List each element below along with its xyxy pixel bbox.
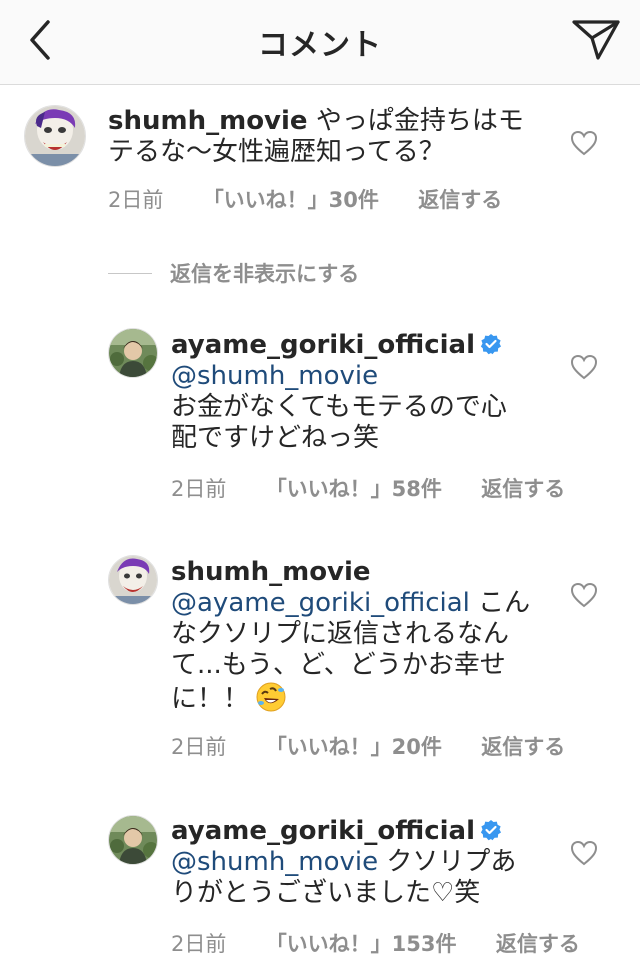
comment-likes-count[interactable]: 「いいね！」30件 — [203, 188, 379, 212]
top-nav-bar: コメント — [0, 0, 640, 85]
paper-plane-icon — [572, 20, 620, 60]
avatar[interactable] — [108, 815, 158, 865]
comment-body: お金がなくてもモテるので心 — [171, 392, 507, 422]
comment-text: ayame_goriki_official @shumh_movie お金がなく… — [171, 330, 551, 454]
comment-username[interactable]: ayame_goriki_official — [171, 816, 475, 846]
reply-button[interactable]: 返信する — [418, 188, 502, 212]
comment-username[interactable]: shumh_movie — [108, 106, 308, 136]
reply-button[interactable]: 返信する — [481, 477, 565, 501]
mention-link[interactable]: @ayame_goriki_official — [171, 588, 470, 618]
comment-text: ayame_goriki_official @shumh_movie クソリプあ… — [171, 816, 571, 909]
verified-badge-icon — [480, 820, 502, 841]
avatar[interactable] — [24, 105, 86, 167]
divider — [108, 272, 152, 274]
comment-meta: 2日前 「いいね！」153件 返信する — [171, 928, 612, 958]
page-title: コメント — [258, 28, 382, 63]
comment-time: 2日前 — [171, 735, 227, 759]
comment-body: やっぱ金持ちはモ — [315, 106, 524, 136]
comment-likes-count[interactable]: 「いいね！」153件 — [266, 932, 457, 956]
share-button[interactable] — [566, 14, 626, 66]
comment-meta: 2日前 「いいね！」30件 返信する — [108, 184, 534, 214]
comment-username[interactable]: ayame_goriki_official — [171, 330, 475, 360]
comment-time: 2日前 — [171, 932, 227, 956]
comment-meta: 2日前 「いいね！」20件 返信する — [171, 731, 597, 761]
comment-body-start: クソリプあ — [386, 847, 517, 877]
comment-body-end: に！！ — [171, 684, 250, 714]
comment-text: shumh_movie やっぱ金持ちはモ テるな〜女性遍歴知ってる？ — [108, 106, 528, 168]
comment-time: 2日前 — [108, 188, 164, 212]
mention-link[interactable]: @shumh_movie — [171, 847, 378, 877]
comment-body-cont: て...もう、ど、どうかお幸せ — [171, 650, 506, 680]
comment-username[interactable]: shumh_movie — [171, 557, 371, 587]
heart-icon[interactable] — [570, 840, 598, 866]
comment-body: りがとうございました♡笑 — [171, 878, 481, 908]
comment-body-cont: 配ですけどねっ笑 — [171, 423, 380, 453]
comment-likes-count[interactable]: 「いいね！」20件 — [266, 735, 442, 759]
comment-likes-count[interactable]: 「いいね！」58件 — [266, 477, 442, 501]
reply-button[interactable]: 返信する — [496, 932, 580, 956]
hide-replies-toggle[interactable]: 返信を非表示にする — [108, 258, 359, 288]
comment-body: なクソリプに返信されるなん — [171, 619, 510, 649]
comment-body-start: こん — [478, 588, 531, 618]
verified-badge-icon — [480, 334, 502, 355]
hide-replies-label: 返信を非表示にする — [170, 262, 360, 286]
avatar[interactable] — [108, 555, 158, 605]
heart-icon[interactable] — [570, 130, 598, 156]
mention-link[interactable]: @shumh_movie — [171, 361, 378, 391]
heart-icon[interactable] — [570, 354, 598, 380]
heart-icon[interactable] — [570, 582, 598, 608]
comment-meta: 2日前 「いいね！」58件 返信する — [171, 473, 597, 503]
comment-body-cont: テるな〜女性遍歴知ってる？ — [108, 137, 445, 167]
comment-time: 2日前 — [171, 477, 227, 501]
reply-button[interactable]: 返信する — [481, 735, 565, 759]
comment-text: shumh_movie @ayame_goriki_official こん なク… — [171, 557, 571, 715]
rolling-on-floor-laughing-emoji — [256, 682, 286, 712]
avatar[interactable] — [108, 328, 158, 378]
